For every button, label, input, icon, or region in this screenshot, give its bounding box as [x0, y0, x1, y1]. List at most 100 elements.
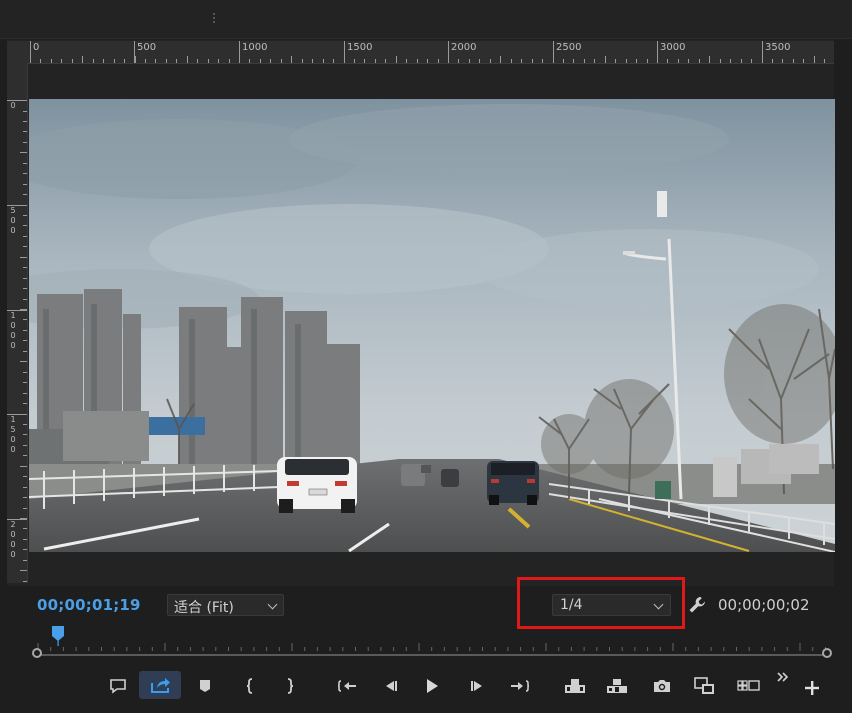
ruler-tick [23, 267, 27, 269]
step-forward-button[interactable] [463, 673, 491, 699]
ruler-label: 5 0 0 [10, 206, 16, 235]
ruler-tick [30, 56, 31, 63]
ruler-tick [312, 59, 314, 63]
ruler-tick [479, 59, 481, 63]
ruler-tick [23, 131, 27, 133]
ruler-tick [771, 59, 773, 63]
ruler-tick [23, 549, 27, 551]
panel-grip-icon[interactable] [212, 12, 216, 24]
ruler-tick [782, 59, 784, 63]
ruler-tick [61, 59, 63, 63]
go-to-out-button[interactable] [506, 673, 534, 699]
ruler-tick [824, 59, 826, 63]
export-frame-active-button[interactable] [139, 671, 181, 699]
chevron-down-icon [267, 599, 278, 610]
ruler-tick [239, 56, 240, 63]
ruler-tick [636, 59, 638, 63]
ruler-tick [813, 56, 815, 63]
add-marker-button[interactable] [191, 673, 219, 699]
ruler-tick [719, 59, 721, 63]
comparison-view-button[interactable] [691, 673, 719, 699]
chevron-down-icon [653, 599, 664, 610]
ruler-tick [23, 423, 27, 425]
ruler-tick [437, 59, 439, 63]
ruler-tick [23, 288, 27, 290]
lift-button[interactable] [561, 673, 589, 699]
ruler-tick [646, 59, 648, 63]
ruler-tick [562, 59, 564, 63]
go-to-in-button[interactable] [333, 673, 361, 699]
ruler-label: 2500 [556, 42, 582, 53]
playback-resolution-dropdown[interactable]: 1/4 [552, 594, 671, 616]
step-forward-icon [471, 681, 482, 691]
ruler-tick [20, 570, 27, 572]
wrench-icon[interactable] [686, 594, 708, 616]
multi-camera-icon [737, 680, 760, 691]
time-ruler[interactable] [37, 636, 827, 651]
ruler-tick [23, 162, 27, 164]
button-editor-add-button[interactable] [800, 677, 824, 699]
step-back-icon [386, 681, 397, 691]
mark-out-button[interactable] [276, 673, 304, 699]
video-frame[interactable] [29, 99, 835, 552]
mark-in-button[interactable] [236, 673, 264, 699]
ruler-tick [249, 59, 251, 63]
ruler-tick [23, 371, 27, 373]
ruler-tick [23, 173, 27, 175]
ruler-tick [270, 59, 272, 63]
mark-in-icon [246, 678, 253, 694]
comparison-view-icon [694, 677, 714, 694]
extract-icon [607, 679, 627, 693]
extract-button[interactable] [603, 673, 631, 699]
ruler-tick [542, 59, 543, 63]
zoom-fit-dropdown[interactable]: 适合 (Fit) [167, 594, 284, 616]
ruler-tick [207, 59, 209, 63]
current-timecode[interactable]: 00;00;01;19 [37, 596, 141, 614]
ruler-tick [385, 59, 387, 63]
ruler-tick [218, 59, 220, 63]
play-button[interactable] [418, 673, 446, 699]
mark-out-icon [287, 678, 294, 694]
ruler-tick [23, 141, 27, 143]
ruler-tick [71, 59, 73, 63]
ruler-tick [165, 59, 167, 63]
upload-icon [151, 678, 170, 693]
ruler-tick [521, 59, 523, 63]
ruler-label: 1000 [242, 42, 268, 53]
ruler-tick [23, 486, 27, 488]
ruler-tick [134, 56, 136, 63]
ruler-label: 500 [137, 42, 157, 53]
ruler-tick [23, 183, 27, 185]
ruler-tick [416, 59, 418, 63]
zoom-scroll-bar[interactable] [37, 654, 828, 656]
playback-resolution-value: 1/4 [560, 597, 583, 613]
ruler-tick [333, 59, 334, 63]
ruler-tick [23, 580, 27, 582]
ruler-tick [23, 110, 27, 112]
playhead-icon[interactable] [51, 624, 65, 646]
ruler-tick [374, 59, 376, 63]
ruler-tick [395, 56, 397, 63]
ruler-tick [23, 382, 27, 384]
zoom-handle-left[interactable] [32, 648, 42, 658]
ruler-tick [23, 507, 27, 509]
ruler-tick [406, 59, 408, 63]
ruler-tick [20, 100, 27, 101]
add-comment-marker-button[interactable] [104, 673, 132, 699]
export-frame-button[interactable] [648, 673, 676, 699]
ruler-tick [23, 235, 27, 237]
lift-icon [565, 679, 585, 693]
ruler-label: 2000 [451, 42, 477, 53]
ruler-tick [124, 59, 125, 63]
ruler-tick [103, 59, 105, 63]
marker-icon [200, 680, 210, 692]
step-back-button[interactable] [377, 673, 405, 699]
ruler-tick [23, 246, 27, 248]
ruler-label: 0 [10, 101, 16, 110]
multi-camera-button[interactable] [735, 673, 763, 699]
zoom-handle-right[interactable] [822, 648, 832, 658]
ruler-tick [322, 59, 324, 63]
more-controls-button[interactable] [774, 668, 792, 686]
duration-timecode: 00;00;00;02 [718, 596, 810, 614]
ruler-tick [803, 59, 805, 63]
